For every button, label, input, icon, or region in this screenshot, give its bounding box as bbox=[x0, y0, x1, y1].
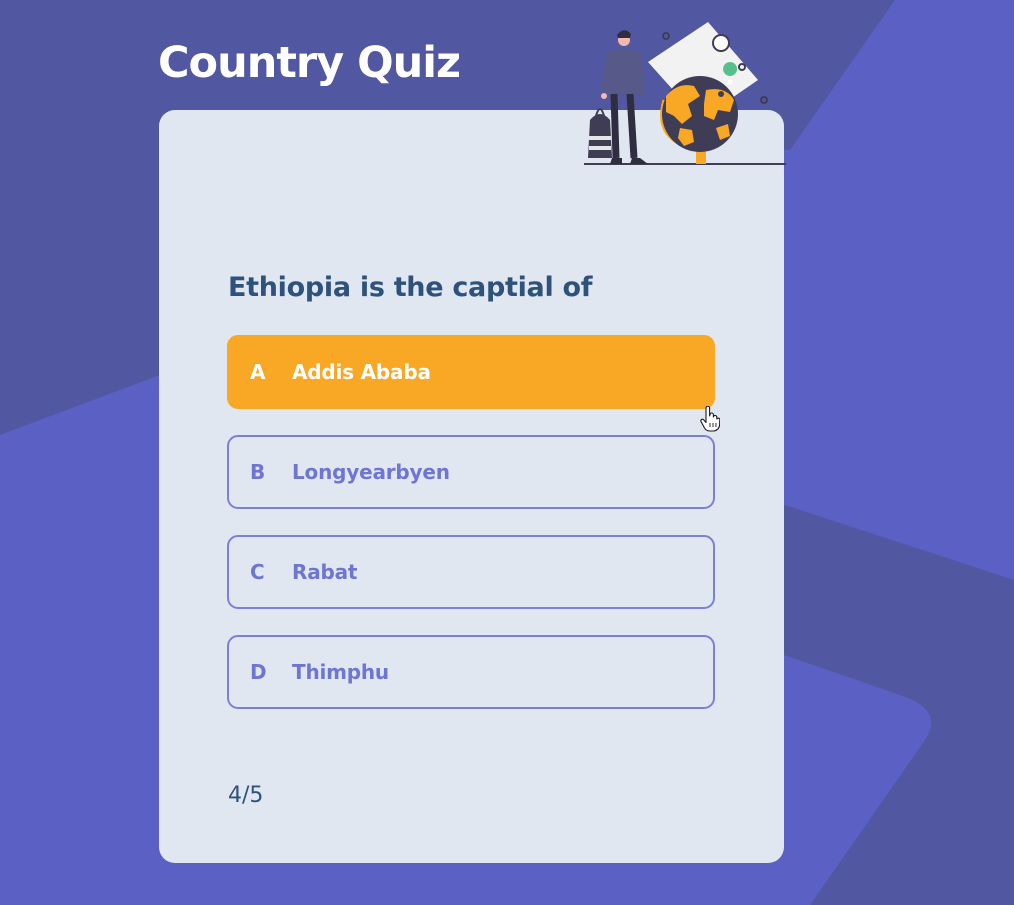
hand-pointer-cursor-icon bbox=[700, 406, 720, 432]
option-letter: A bbox=[250, 360, 266, 384]
answer-option-c[interactable]: C Rabat bbox=[227, 535, 715, 609]
app-title: Country Quiz bbox=[158, 38, 461, 88]
option-letter: B bbox=[250, 460, 266, 484]
question-text: Ethiopia is the captial of bbox=[228, 272, 593, 303]
option-text: Addis Ababa bbox=[292, 360, 431, 384]
option-text: Thimphu bbox=[292, 660, 389, 684]
option-letter: D bbox=[250, 660, 267, 684]
answer-option-a[interactable]: A Addis Ababa bbox=[227, 335, 715, 409]
answer-option-d[interactable]: D Thimphu bbox=[227, 635, 715, 709]
option-letter: C bbox=[250, 560, 265, 584]
option-text: Longyearbyen bbox=[292, 460, 450, 484]
answer-options: A Addis Ababa B Longyearbyen C Rabat D T… bbox=[227, 335, 715, 735]
question-progress: 4/5 bbox=[228, 783, 264, 808]
option-text: Rabat bbox=[292, 560, 358, 584]
answer-option-b[interactable]: B Longyearbyen bbox=[227, 435, 715, 509]
traveler-with-globe-illustration bbox=[584, 22, 786, 165]
